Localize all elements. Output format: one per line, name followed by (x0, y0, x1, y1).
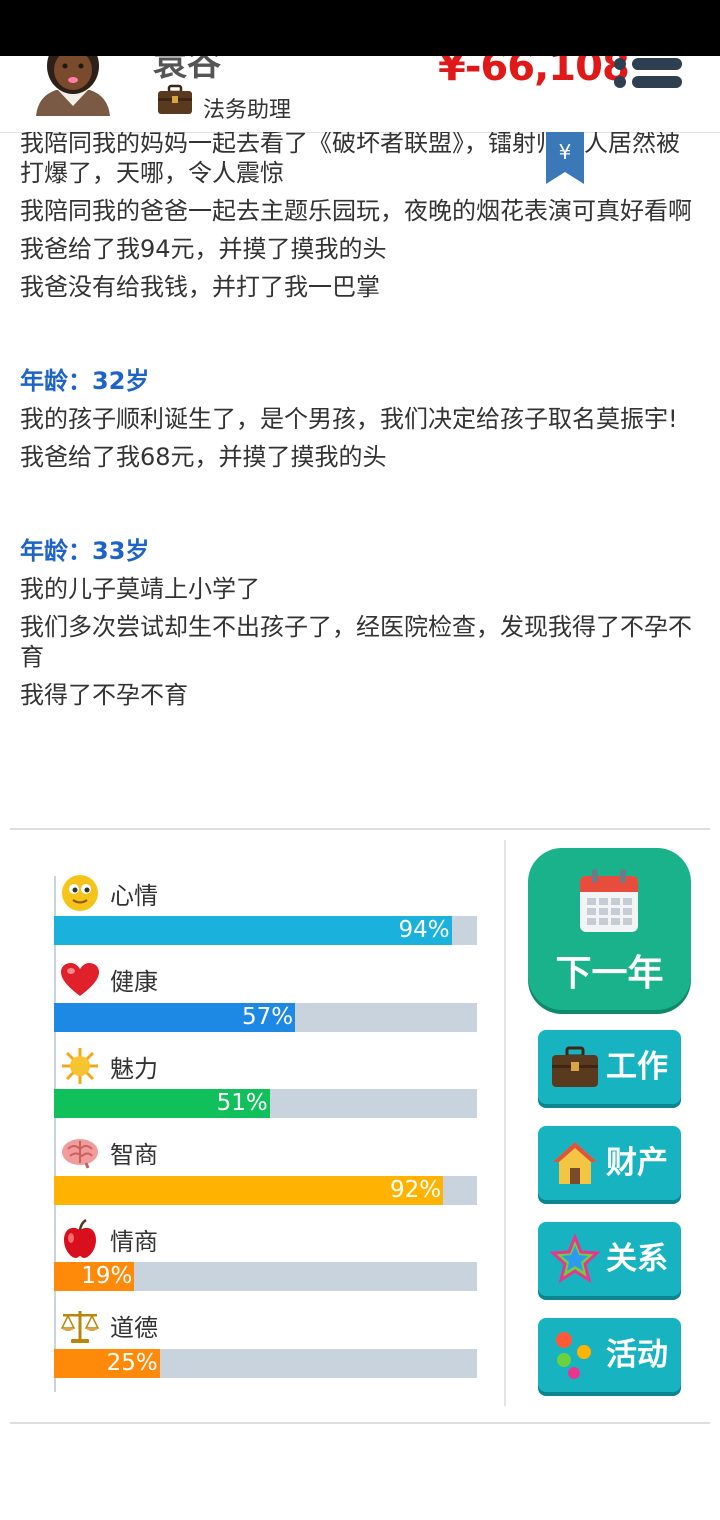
life-event-log[interactable]: 我陪同我的妈妈一起去看了《破坏者联盟》，镭射帅男人居然被打爆了，天哪，令人震惊 … (0, 132, 720, 826)
divider (10, 828, 710, 830)
stat-bar: 25% (54, 1348, 477, 1378)
divider (10, 1422, 710, 1424)
work-label: 工作 (606, 1049, 668, 1085)
event-line: 我爸给了我68元，并摸了摸我的头 (20, 443, 387, 471)
stat-bar-fill: 92% (54, 1175, 444, 1205)
stat-label: 情商 (110, 1227, 158, 1256)
stat-row: 道德 25% (54, 1307, 484, 1394)
stat-label: 魅力 (110, 1054, 158, 1083)
star-icon (550, 1234, 600, 1284)
stat-row: 魅力 51% (54, 1047, 484, 1134)
stat-bar: 51% (54, 1089, 477, 1118)
event-line: 我的儿子莫靖上小学了 (20, 575, 260, 603)
stats-panel: 心情 94% 健康 57% 魅力 51% 智商 92% 情商 19% 道德 25% (54, 874, 484, 1393)
activities-label: 活动 (606, 1337, 668, 1373)
smiley-icon (60, 874, 100, 912)
calendar-icon (580, 869, 638, 932)
stat-bar: 57% (54, 1002, 477, 1032)
property-button[interactable]: 财产 (538, 1126, 681, 1200)
stat-bar: 92% (54, 1175, 477, 1205)
status-bar (0, 0, 720, 56)
header: 袁谷 法务助理 ¥-66,108 (0, 56, 720, 133)
stat-bar-fill: 57% (54, 1002, 296, 1032)
next-year-label: 下一年 (555, 953, 664, 994)
brain-icon (60, 1134, 100, 1172)
event-line: 我爸给了我94元，并摸了摸我的头 (20, 235, 387, 263)
job-title: 法务助理 (203, 98, 292, 123)
event-line: 我陪同我的爸爸一起去主题乐园玩，夜晚的烟花表演可真好看啊 (20, 197, 692, 225)
stat-value: 92% (390, 1176, 442, 1203)
stat-header: 心情 (60, 874, 158, 912)
divider (504, 840, 506, 1406)
stat-value: 19% (81, 1263, 133, 1289)
menu-icon[interactable] (608, 56, 688, 98)
stat-header: 智商 (60, 1134, 158, 1172)
stat-row: 心情 94% (54, 874, 484, 961)
stat-header: 道德 (60, 1307, 158, 1345)
age-heading: 年龄：33岁 (20, 537, 150, 565)
stat-label: 道德 (110, 1314, 158, 1342)
scale-icon (60, 1307, 100, 1345)
relations-label: 关系 (606, 1241, 668, 1277)
briefcase-icon (158, 84, 192, 114)
player-name: 袁谷 (153, 56, 221, 84)
stat-value: 94% (398, 917, 450, 943)
event-line: 我爸没有给我钱，并打了我一巴掌 (20, 273, 380, 301)
age-heading: 年龄：32岁 (20, 367, 150, 395)
stat-bar-fill: 94% (54, 916, 452, 945)
property-label: 财产 (606, 1145, 668, 1181)
event-line: 我陪同我的妈妈一起去看了《破坏者联盟》，镭射帅男人居然被打爆了，天哪，令人震惊 (20, 132, 680, 187)
apple-icon (60, 1219, 100, 1258)
stat-bar: 19% (54, 1262, 477, 1291)
money-balance: ¥-66,108 (438, 56, 630, 90)
event-line: 我得了不孕不育 (20, 681, 188, 709)
svg-text:¥: ¥ (559, 140, 572, 164)
stat-header: 情商 (60, 1219, 158, 1258)
briefcase-icon (552, 1046, 598, 1087)
next-year-button[interactable]: 下一年 (528, 848, 691, 1010)
stat-row: 健康 57% (54, 961, 484, 1048)
yuan-bookmark-icon[interactable]: ¥ (546, 132, 584, 184)
stat-value: 25% (106, 1349, 158, 1376)
activity-dots-icon (556, 1332, 591, 1379)
work-button[interactable]: 工作 (538, 1030, 681, 1104)
activities-button[interactable]: 活动 (538, 1318, 681, 1392)
house-icon (553, 1142, 597, 1184)
stat-header: 魅力 (60, 1047, 158, 1085)
stat-row: 情商 19% (54, 1219, 484, 1307)
stat-label: 心情 (110, 881, 158, 910)
stat-label: 健康 (110, 968, 158, 996)
sun-icon (60, 1047, 100, 1085)
heart-icon (60, 961, 100, 999)
stat-bar-fill: 19% (54, 1262, 135, 1291)
stat-bar: 94% (54, 916, 477, 945)
stat-value: 51% (216, 1090, 268, 1116)
stat-bar-fill: 25% (54, 1348, 160, 1378)
event-line: 我的孩子顺利诞生了，是个男孩，我们决定给孩子取名莫振宇! (20, 405, 678, 433)
event-line: 我们多次尝试却生不出孩子了，经医院检查，发现我得了不孕不育 (20, 613, 692, 671)
stat-label: 智商 (110, 1141, 158, 1169)
relations-button[interactable]: 关系 (538, 1222, 681, 1296)
stat-header: 健康 (60, 961, 158, 999)
avatar[interactable] (28, 56, 118, 116)
stat-bar-fill: 51% (54, 1089, 270, 1118)
stat-row: 智商 92% (54, 1134, 484, 1221)
stat-value: 57% (241, 1003, 294, 1030)
